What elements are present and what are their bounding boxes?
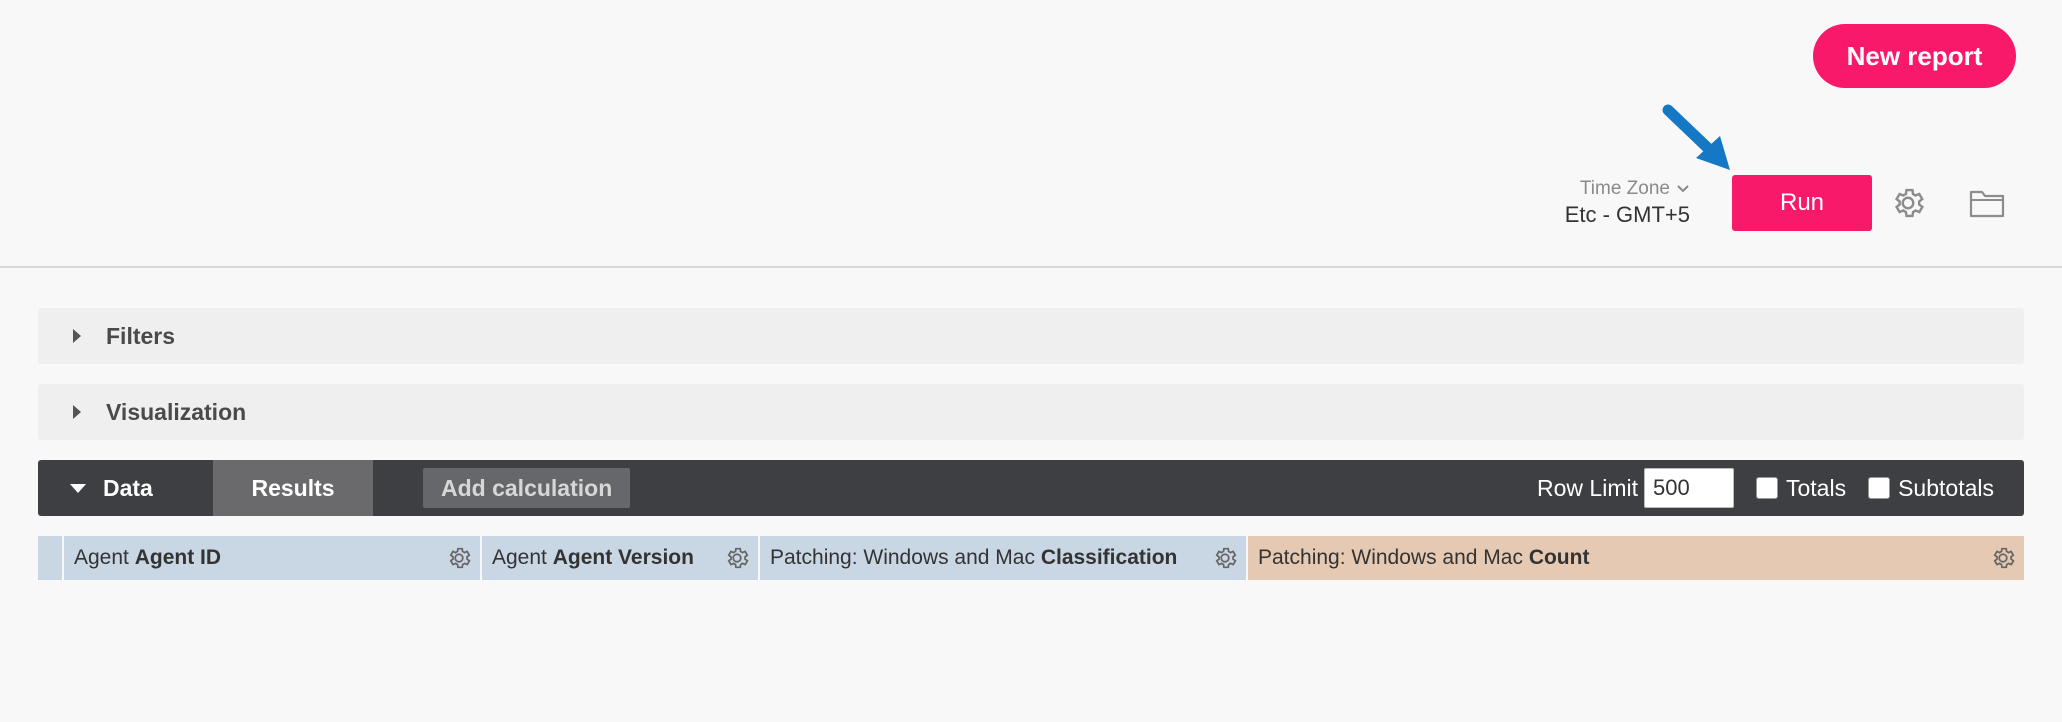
- column-prefix: Patching: Windows and Mac: [770, 546, 1035, 569]
- gear-icon[interactable]: [446, 545, 472, 571]
- time-zone-value: Etc - GMT+5: [1564, 202, 1690, 227]
- column-header-classification[interactable]: Patching: Windows and Mac Classification: [760, 536, 1248, 580]
- filters-label: Filters: [106, 322, 176, 349]
- time-zone-label: Time Zone: [1579, 178, 1670, 199]
- caret-right-icon: [73, 405, 81, 419]
- new-report-button[interactable]: New report: [1813, 24, 2016, 88]
- header-divider: [0, 266, 2062, 268]
- column-name: Classification: [1040, 546, 1178, 569]
- tab-data[interactable]: Data: [38, 460, 213, 516]
- subtotals-label: Subtotals: [1898, 474, 1994, 501]
- column-name: Agent ID: [134, 546, 222, 569]
- annotation-arrow: [1662, 104, 1730, 170]
- caret-down-icon: [70, 483, 86, 493]
- column-name: Agent Version: [552, 546, 694, 569]
- gear-icon[interactable]: [1890, 185, 1926, 221]
- tab-results[interactable]: Results: [213, 460, 373, 516]
- filters-section[interactable]: Filters: [38, 308, 2024, 364]
- row-limit-label: Row Limit: [1537, 474, 1638, 501]
- visualization-section[interactable]: Visualization: [38, 384, 2024, 440]
- gear-icon[interactable]: [724, 545, 750, 571]
- gear-icon[interactable]: [1990, 545, 2016, 571]
- subtotals-checkbox[interactable]: Subtotals: [1868, 475, 1994, 502]
- caret-right-icon: [73, 329, 81, 343]
- chevron-down-icon: [1677, 185, 1689, 193]
- column-header-count[interactable]: Patching: Windows and Mac Count: [1248, 536, 2024, 580]
- visualization-label: Visualization: [106, 398, 247, 425]
- column-prefix: Patching: Windows and Mac: [1258, 546, 1523, 569]
- gear-icon[interactable]: [1212, 545, 1238, 571]
- tab-data-label: Data: [103, 474, 153, 501]
- column-header-agent-version[interactable]: Agent Agent Version: [482, 536, 760, 580]
- run-button[interactable]: Run: [1732, 175, 1872, 231]
- column-prefix: Agent: [74, 546, 129, 569]
- column-name: Count: [1528, 546, 1590, 569]
- totals-label: Totals: [1786, 474, 1847, 501]
- explore-page: New report Time Zone Etc - GMT+5 Run Fil…: [0, 0, 2062, 722]
- results-header-row: Agent Agent ID Agent Agent Version Patch…: [38, 536, 2024, 580]
- add-calculation-button[interactable]: Add calculation: [423, 468, 631, 508]
- databar-controls: Row Limit Totals Subtotals: [1537, 468, 1994, 508]
- time-zone-label-row[interactable]: Time Zone: [1530, 178, 1690, 200]
- column-header-agent-id[interactable]: Agent Agent ID: [64, 536, 482, 580]
- data-toolbar: Data Results Add calculation Row Limit T…: [38, 460, 2024, 516]
- totals-checkbox-box[interactable]: [1756, 477, 1778, 499]
- totals-checkbox[interactable]: Totals: [1756, 475, 1846, 502]
- folder-icon[interactable]: [1969, 187, 2005, 219]
- row-index-header: [38, 536, 64, 580]
- column-prefix: Agent: [492, 546, 547, 569]
- time-zone-selector[interactable]: Time Zone Etc - GMT+5: [1530, 178, 1690, 228]
- row-limit-input[interactable]: [1644, 468, 1734, 508]
- subtotals-checkbox-box[interactable]: [1868, 477, 1891, 499]
